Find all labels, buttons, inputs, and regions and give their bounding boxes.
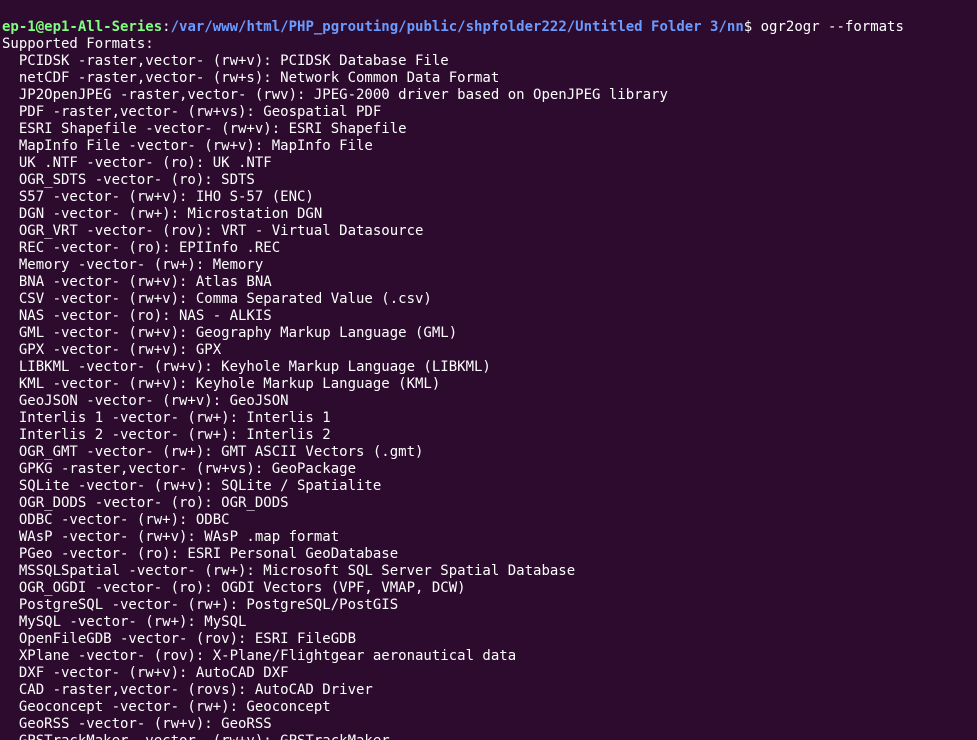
output-body: PCIDSK -raster,vector- (rw+v): PCIDSK Da…	[2, 53, 977, 740]
prompt-user-host: ep-1@ep1-All-Series	[2, 19, 162, 35]
prompt-dollar: $	[744, 19, 752, 35]
prompt-path: /var/www/html/PHP_pgrouting/public/shpfo…	[171, 19, 744, 35]
prompt-colon: :	[162, 19, 170, 35]
output-header: Supported Formats:	[2, 36, 154, 52]
command-text: ogr2ogr --formats	[761, 19, 904, 35]
terminal-window[interactable]: ep-1@ep1-All-Series:/var/www/html/PHP_pg…	[0, 0, 977, 740]
